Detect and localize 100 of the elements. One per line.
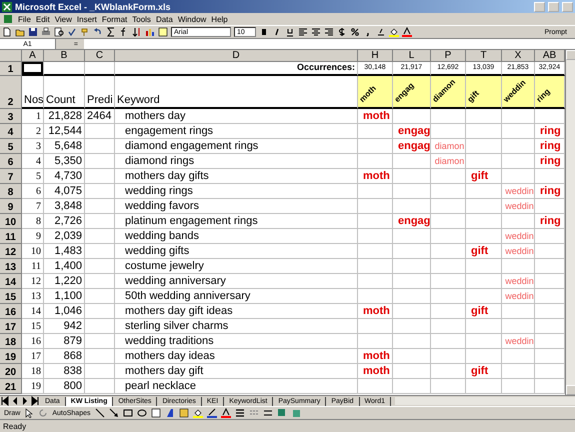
column-header[interactable]: B (44, 50, 85, 62)
minimize-button[interactable] (534, 2, 545, 12)
column-header[interactable]: AB (535, 50, 565, 62)
menu-item[interactable]: Insert (76, 14, 97, 24)
line-color-icon[interactable] (206, 408, 216, 418)
empty-cell[interactable] (431, 259, 466, 274)
empty-cell[interactable] (466, 349, 502, 364)
format-painter-icon[interactable] (80, 27, 90, 37)
empty-cell[interactable] (431, 184, 466, 199)
empty-cell[interactable] (358, 334, 393, 349)
currency-icon[interactable] (337, 27, 347, 37)
empty-cell[interactable] (393, 319, 431, 334)
menu-item[interactable]: Format (102, 14, 128, 24)
empty-cell[interactable] (393, 109, 431, 124)
empty-cell[interactable] (466, 109, 502, 124)
empty-cell[interactable] (502, 169, 535, 184)
empty-cell[interactable] (358, 229, 393, 244)
undo-icon[interactable] (93, 27, 103, 37)
empty-cell[interactable] (393, 154, 431, 169)
empty-cell[interactable] (358, 379, 393, 394)
empty-cell[interactable] (358, 319, 393, 334)
empty-cell[interactable] (358, 214, 393, 229)
row-header[interactable]: 2 (0, 76, 22, 109)
empty-cell[interactable] (393, 229, 431, 244)
empty-cell[interactable] (85, 349, 115, 364)
empty-cell[interactable] (85, 139, 115, 154)
menu-item[interactable]: File (18, 14, 31, 24)
empty-cell[interactable] (393, 169, 431, 184)
empty-cell[interactable] (358, 124, 393, 139)
empty-cell[interactable] (393, 289, 431, 304)
empty-cell[interactable] (393, 334, 431, 349)
row-header[interactable]: 9 (0, 199, 22, 214)
menu-item[interactable]: Edit (36, 14, 50, 24)
line-style-icon[interactable] (234, 408, 244, 418)
column-header[interactable]: A (22, 50, 44, 62)
row-header[interactable]: 21 (0, 379, 22, 394)
empty-cell[interactable] (502, 109, 535, 124)
empty-cell[interactable] (431, 124, 466, 139)
empty-cell[interactable] (85, 184, 115, 199)
folder-icon[interactable] (15, 27, 25, 37)
pointer-icon[interactable] (24, 408, 34, 418)
first-sheet-icon[interactable] (0, 396, 10, 406)
empty-cell[interactable] (502, 214, 535, 229)
oval-icon[interactable] (136, 408, 146, 418)
empty-cell[interactable] (358, 274, 393, 289)
column-header[interactable]: T (466, 50, 502, 62)
column-header[interactable]: H (358, 50, 393, 62)
vertical-scrollbar[interactable] (565, 50, 575, 395)
empty-cell[interactable] (502, 379, 535, 394)
new-file-icon[interactable] (2, 27, 12, 37)
print-preview-icon[interactable] (54, 27, 64, 37)
empty-cell[interactable] (466, 184, 502, 199)
empty-cell[interactable] (431, 349, 466, 364)
empty-cell[interactable] (431, 109, 466, 124)
line-icon[interactable] (94, 408, 104, 418)
empty-cell[interactable] (431, 334, 466, 349)
last-sheet-icon[interactable] (30, 396, 40, 406)
empty-cell[interactable] (502, 349, 535, 364)
empty-cell[interactable] (466, 274, 502, 289)
row-header[interactable]: 11 (0, 229, 22, 244)
empty-cell[interactable] (358, 244, 393, 259)
empty-cell[interactable] (466, 289, 502, 304)
empty-cell[interactable] (431, 169, 466, 184)
menu-item[interactable]: Data (156, 14, 173, 24)
empty-cell[interactable] (466, 379, 502, 394)
excel-logo-icon[interactable] (2, 2, 12, 12)
empty-cell[interactable] (431, 244, 466, 259)
menu-item[interactable]: Tools (132, 14, 151, 24)
sum-icon[interactable] (106, 27, 116, 37)
column-header[interactable]: D (115, 50, 358, 62)
empty-cell[interactable] (466, 199, 502, 214)
align-center-icon[interactable] (311, 27, 321, 37)
menu-item[interactable]: Help (211, 14, 228, 24)
empty-cell[interactable] (466, 139, 502, 154)
horizontal-scrollbar[interactable] (395, 397, 575, 405)
empty-cell[interactable] (431, 364, 466, 379)
empty-cell[interactable] (44, 62, 85, 76)
empty-cell[interactable] (502, 154, 535, 169)
empty-cell[interactable] (85, 289, 115, 304)
empty-cell[interactable] (85, 364, 115, 379)
empty-cell[interactable] (85, 319, 115, 334)
row-header[interactable]: 12 (0, 244, 22, 259)
empty-cell[interactable] (358, 154, 393, 169)
empty-cell[interactable] (431, 289, 466, 304)
row-header[interactable]: 19 (0, 349, 22, 364)
row-header[interactable]: 3 (0, 109, 22, 124)
empty-cell[interactable] (431, 199, 466, 214)
empty-cell[interactable] (393, 244, 431, 259)
column-header[interactable]: L (393, 50, 431, 62)
underline-icon[interactable] (285, 27, 295, 37)
empty-cell[interactable] (85, 124, 115, 139)
row-header[interactable]: 6 (0, 154, 22, 169)
row-header[interactable]: 20 (0, 364, 22, 379)
empty-cell[interactable] (85, 199, 115, 214)
row-header[interactable]: 1 (0, 62, 22, 76)
menu-item[interactable]: Window (178, 14, 206, 24)
empty-cell[interactable] (502, 124, 535, 139)
empty-cell[interactable] (466, 334, 502, 349)
empty-cell[interactable] (85, 244, 115, 259)
spelling-icon[interactable] (67, 27, 77, 37)
